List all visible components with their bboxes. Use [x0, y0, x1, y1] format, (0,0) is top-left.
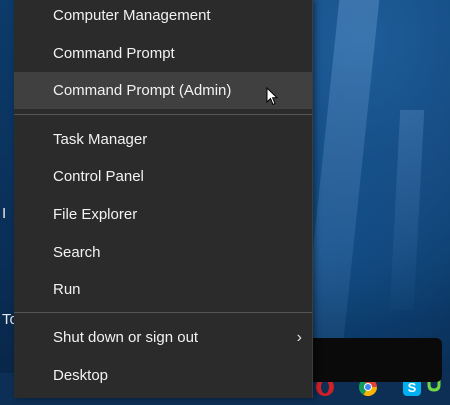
menu-item-label: Desktop — [53, 367, 109, 384]
menu-item-control-panel[interactable]: Control Panel — [14, 158, 312, 195]
menu-item-command-prompt[interactable]: Command Prompt — [14, 35, 312, 72]
menu-item-label: Control Panel — [53, 168, 144, 185]
menu-item-label: Command Prompt (Admin) — [53, 82, 232, 99]
menu-item-label: Task Manager — [53, 131, 148, 148]
menu-item-shut-down[interactable]: Shut down or sign out › — [14, 319, 312, 356]
desktop-edge-text: I — [2, 205, 7, 222]
menu-item-file-explorer[interactable]: File Explorer — [14, 196, 312, 233]
menu-item-label: Run — [53, 281, 81, 298]
chevron-right-icon: › — [296, 329, 302, 346]
menu-item-label: File Explorer — [53, 206, 138, 223]
menu-item-task-manager[interactable]: Task Manager — [14, 121, 312, 158]
menu-item-search[interactable]: Search — [14, 234, 312, 271]
menu-item-label: Command Prompt — [53, 45, 175, 62]
light-beam — [389, 110, 425, 310]
menu-separator — [14, 114, 312, 115]
menu-separator — [14, 312, 312, 313]
mouse-cursor-icon — [266, 87, 278, 106]
menu-item-label: Shut down or sign out — [53, 329, 199, 346]
menu-item-label: Computer Management — [53, 7, 211, 24]
svg-text:S: S — [408, 380, 417, 395]
menu-item-computer-management[interactable]: Computer Management — [14, 0, 312, 34]
menu-item-label: Search — [53, 244, 101, 261]
winx-context-menu: Computer Management Command Prompt Comma… — [14, 0, 313, 398]
menu-item-desktop[interactable]: Desktop — [14, 357, 312, 394]
menu-item-run[interactable]: Run — [14, 271, 312, 308]
